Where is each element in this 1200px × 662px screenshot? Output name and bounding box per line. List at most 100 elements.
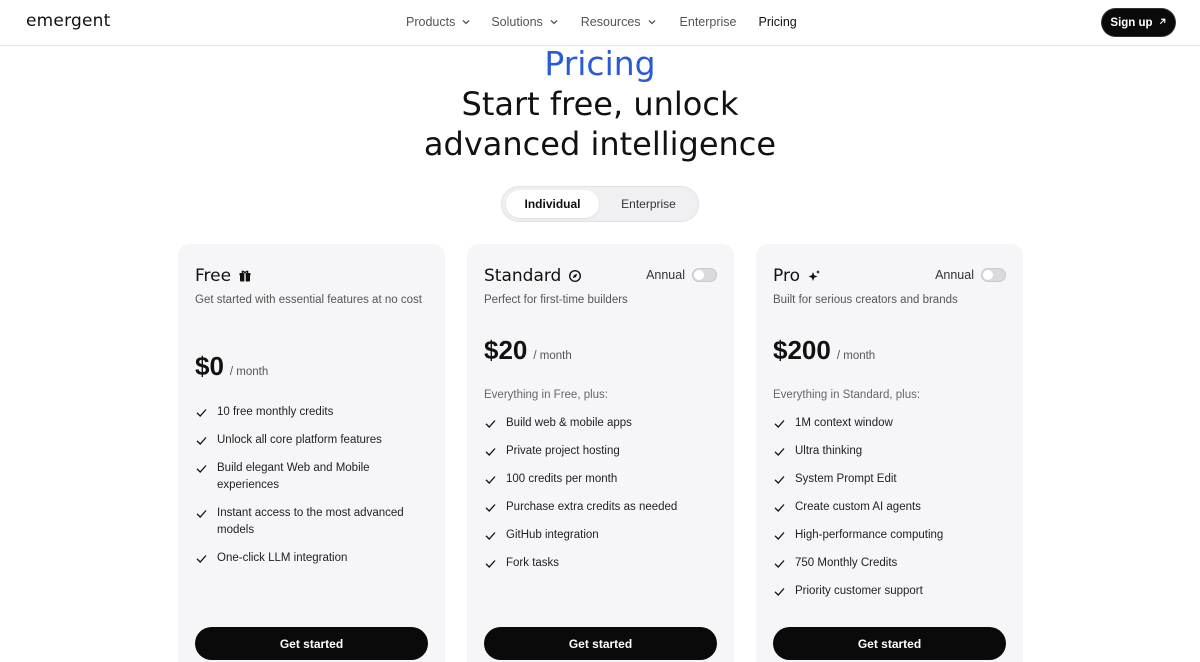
feature-list: 10 free monthly credits Unlock all core … xyxy=(195,404,430,578)
feature-text: System Prompt Edit xyxy=(795,473,897,485)
plan-title: Standard xyxy=(484,266,582,286)
nav-resources[interactable]: Resources xyxy=(581,15,657,29)
list-item: 10 free monthly credits xyxy=(195,404,430,421)
list-item: Ultra thinking xyxy=(773,443,1008,460)
feature-list: Build web & mobile apps Private project … xyxy=(484,415,719,583)
plan-title: Free xyxy=(195,266,252,286)
check-icon xyxy=(195,462,208,475)
features-intro: Everything in Standard, plus: xyxy=(773,389,921,401)
feature-text: Unlock all core platform features xyxy=(217,434,382,446)
price-period: / month xyxy=(229,366,269,378)
feature-text: GitHub integration xyxy=(506,529,599,541)
plan-price: $0 / month xyxy=(195,351,268,382)
chevron-down-icon xyxy=(461,17,471,27)
sign-up-button[interactable]: Sign up xyxy=(1102,9,1175,36)
feature-list: 1M context window Ultra thinking System … xyxy=(773,415,1008,611)
nav-products-label: Products xyxy=(406,15,456,29)
tab-enterprise[interactable]: Enterprise xyxy=(602,190,695,218)
emergent-logo[interactable]: emergent xyxy=(26,11,110,31)
nav-solutions-label: Solutions xyxy=(491,15,543,29)
plan-description: Perfect for first-time builders xyxy=(484,294,628,306)
nav-pricing-label: Pricing xyxy=(758,15,797,29)
feature-text: Priority customer support xyxy=(795,585,923,597)
check-icon xyxy=(773,445,786,458)
sign-up-label: Sign up xyxy=(1110,16,1153,29)
feature-text: Build elegant Web and Mobile experiences xyxy=(217,462,370,491)
nav-enterprise[interactable]: Enterprise xyxy=(680,15,737,29)
get-started-button[interactable]: Get started xyxy=(484,627,717,660)
plan-card-standard: Standard Annual Perfect for first-time b… xyxy=(467,244,734,662)
check-icon xyxy=(195,406,208,419)
nav-solutions[interactable]: Solutions xyxy=(491,15,558,29)
features-intro: Everything in Free, plus: xyxy=(484,389,609,401)
list-item: Build web & mobile apps xyxy=(484,415,719,432)
list-item: Purchase extra credits as needed xyxy=(484,499,719,516)
check-icon xyxy=(484,473,497,486)
feature-text: Create custom AI agents xyxy=(795,501,921,513)
nav-pricing[interactable]: Pricing xyxy=(759,15,797,29)
tab-individual[interactable]: Individual xyxy=(506,190,599,218)
plan-name: Standard xyxy=(484,266,562,286)
plan-card-free: Free Get started with essential features… xyxy=(178,244,445,662)
chevron-down-icon xyxy=(647,17,657,27)
feature-text: Build web & mobile apps xyxy=(506,417,632,429)
plan-card-pro: Pro Annual Built for serious creators an… xyxy=(756,244,1023,662)
feature-text: Instant access to the most advanced mode… xyxy=(217,507,404,536)
annual-switch[interactable] xyxy=(981,268,1006,282)
check-icon xyxy=(773,473,786,486)
plan-type-toggle: Individual Enterprise xyxy=(501,186,699,222)
feature-text: 750 Monthly Credits xyxy=(795,557,898,569)
list-item: Instant access to the most advanced mode… xyxy=(195,505,430,539)
price-amount: $20 xyxy=(484,335,528,365)
check-icon xyxy=(773,501,786,514)
list-item: Build elegant Web and Mobile experiences xyxy=(195,460,430,494)
check-icon xyxy=(484,417,497,430)
annual-billing-toggle[interactable]: Annual xyxy=(646,268,717,282)
list-item: Unlock all core platform features xyxy=(195,432,430,449)
price-period: / month xyxy=(533,350,572,362)
headline-line-1: Start free, unlock xyxy=(461,85,739,123)
pricing-eyebrow: Pricing xyxy=(544,44,656,83)
plan-description: Built for serious creators and brands xyxy=(773,294,958,306)
price-amount: $0 xyxy=(195,351,224,381)
list-item: Priority customer support xyxy=(773,583,1008,600)
check-icon xyxy=(773,529,786,542)
check-icon xyxy=(195,507,208,520)
nav-products[interactable]: Products xyxy=(406,15,471,29)
check-icon xyxy=(195,552,208,565)
annual-billing-toggle[interactable]: Annual xyxy=(935,268,1006,282)
arrow-up-right-icon xyxy=(1158,17,1167,29)
headline-line-2: advanced intelligence xyxy=(423,125,777,163)
feature-text: 1M context window xyxy=(795,417,893,429)
plan-description: Get started with essential features at n… xyxy=(195,294,422,306)
list-item: Fork tasks xyxy=(484,555,719,572)
plan-price: $200 / month xyxy=(773,335,875,366)
annual-switch[interactable] xyxy=(692,268,717,282)
gift-icon xyxy=(238,269,252,283)
nav-enterprise-label: Enterprise xyxy=(679,15,737,29)
list-item: High-performance computing xyxy=(773,527,1008,544)
check-icon xyxy=(484,529,497,542)
get-started-button[interactable]: Get started xyxy=(773,627,1006,660)
list-item: 750 Monthly Credits xyxy=(773,555,1008,572)
get-started-button[interactable]: Get started xyxy=(195,627,428,660)
feature-text: High-performance computing xyxy=(795,529,944,541)
compass-icon xyxy=(568,269,582,283)
feature-text: One-click LLM integration xyxy=(217,552,348,564)
feature-text: Fork tasks xyxy=(506,557,560,569)
check-icon xyxy=(773,417,786,430)
check-icon xyxy=(484,557,497,570)
check-icon xyxy=(773,585,786,598)
list-item: System Prompt Edit xyxy=(773,471,1008,488)
plan-price: $20 / month xyxy=(484,335,572,366)
list-item: 1M context window xyxy=(773,415,1008,432)
nav-resources-label: Resources xyxy=(580,15,641,29)
price-amount: $200 xyxy=(773,335,831,365)
list-item: Private project hosting xyxy=(484,443,719,460)
plan-name: Pro xyxy=(773,266,800,286)
top-navigation-bar: emergent Products Solutions Resources En… xyxy=(0,0,1200,46)
check-icon xyxy=(484,445,497,458)
feature-text: Private project hosting xyxy=(506,445,620,457)
plan-title: Pro xyxy=(773,266,821,286)
check-icon xyxy=(773,557,786,570)
